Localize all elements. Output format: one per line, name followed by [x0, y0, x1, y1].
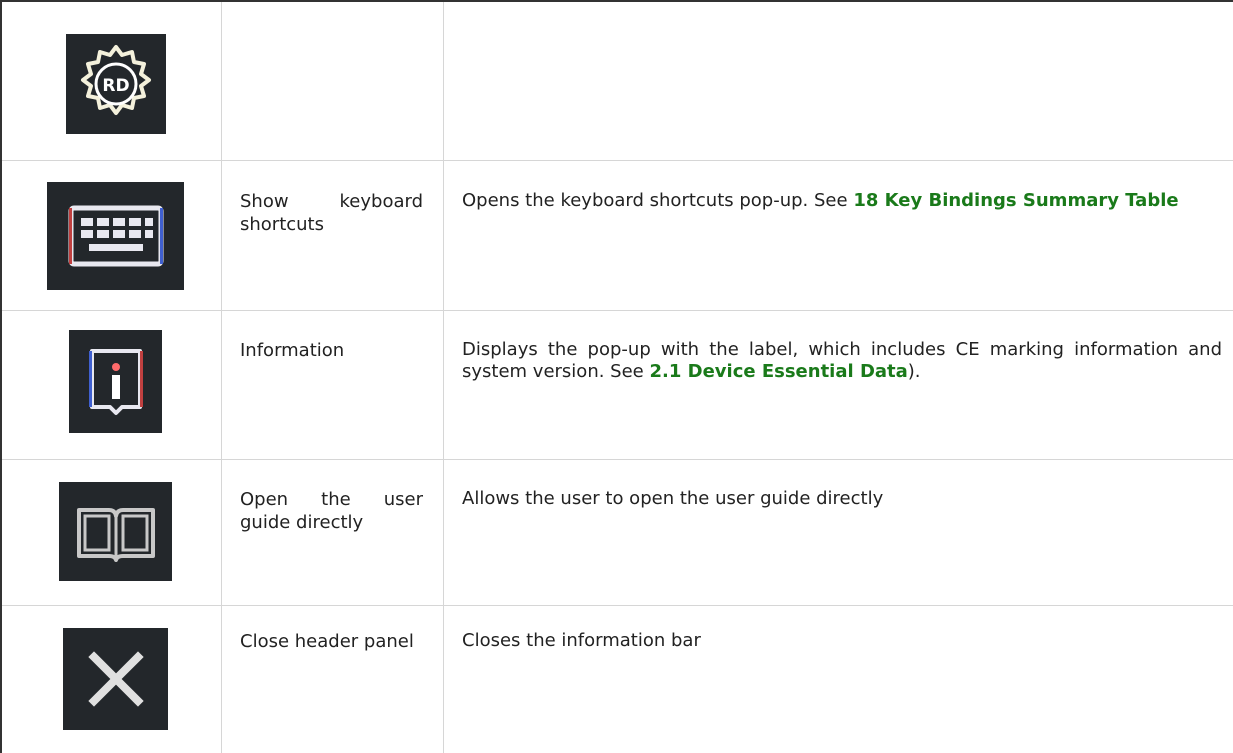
close-header-panel-description: Closes the information bar	[462, 630, 701, 651]
information-name: Information	[240, 340, 345, 361]
keyboard-shortcuts-name: Show keyboard shortcuts	[240, 191, 423, 235]
row-divider-3	[2, 459, 1233, 460]
user-guide-description: Allows the user to open the user guide d…	[462, 488, 884, 509]
row-divider-2	[2, 310, 1233, 311]
row-divider-4	[2, 605, 1233, 606]
table-top-border	[0, 0, 1233, 2]
keyboard-shortcuts-description: Opens the keyboard shortcuts pop-up. See…	[462, 190, 1222, 212]
keyboard-icon	[47, 182, 184, 290]
key-bindings-link[interactable]: 18 Key Bindings Summary Table	[853, 190, 1178, 211]
close-header-panel-name: Close header panel	[240, 631, 414, 652]
book-icon	[59, 482, 172, 581]
info-icon	[69, 330, 162, 433]
column-divider-1	[221, 2, 222, 753]
information-description: Displays the pop‑up with the label, whic…	[462, 339, 1222, 383]
table-left-border	[0, 0, 2, 753]
device-essential-data-link[interactable]: 2.1 Device Essential Data	[649, 361, 907, 382]
icon-reference-table: RD Show keyboard shortcuts Opens the key…	[0, 0, 1233, 753]
close-icon	[63, 628, 168, 730]
column-divider-2	[443, 2, 444, 753]
user-guide-name: Open the user guide directly	[240, 489, 423, 533]
row-divider-1	[2, 160, 1233, 161]
svg-text:RD: RD	[102, 76, 129, 96]
rd-gear-icon: RD	[66, 34, 166, 134]
description-text: Opens the keyboard shortcuts pop-up. See	[462, 190, 848, 211]
description-suffix: ).	[907, 361, 921, 382]
